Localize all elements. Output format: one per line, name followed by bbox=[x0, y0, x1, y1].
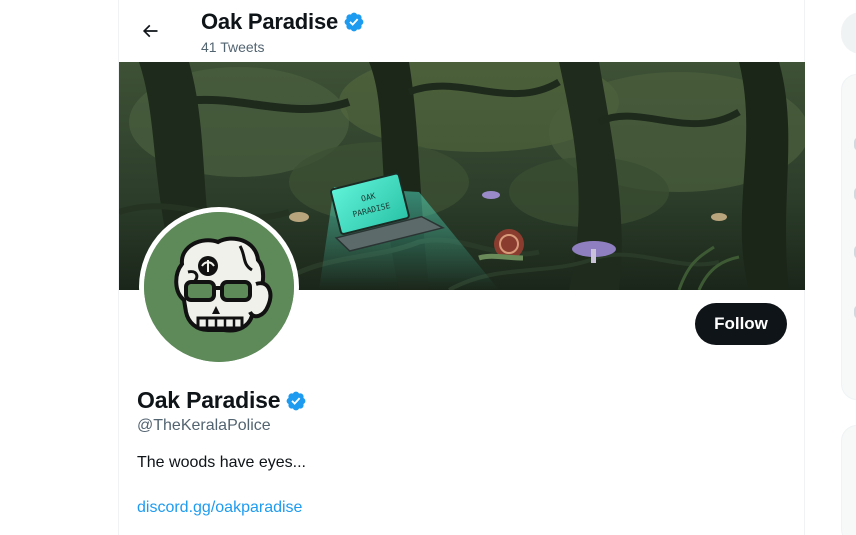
left-gutter bbox=[0, 0, 118, 535]
verified-badge-icon bbox=[286, 391, 306, 410]
right-sidebar bbox=[805, 0, 856, 535]
profile-header: Oak Paradise 41 Tweets bbox=[119, 0, 806, 62]
follow-button[interactable]: Follow bbox=[695, 303, 787, 345]
avatar-image bbox=[144, 212, 294, 362]
header-name: Oak Paradise bbox=[201, 9, 339, 34]
verified-badge-icon bbox=[344, 12, 364, 32]
sidebar-card bbox=[841, 74, 856, 400]
search-box[interactable] bbox=[841, 12, 856, 54]
profile-handle: @TheKeralaPolice bbox=[137, 417, 271, 434]
profile-name: Oak Paradise bbox=[137, 387, 307, 414]
skull-logo-icon bbox=[144, 212, 294, 362]
arrow-left-icon bbox=[142, 24, 158, 38]
profile-display-name: Oak Paradise bbox=[137, 387, 281, 413]
profile-bio: The woods have eyes... bbox=[137, 454, 306, 471]
back-button[interactable] bbox=[133, 14, 167, 48]
tweet-count: 41 Tweets bbox=[201, 39, 265, 55]
header-title: Oak Paradise bbox=[201, 9, 365, 35]
profile-website-link[interactable]: discord.gg/oakparadise bbox=[137, 499, 302, 517]
profile-avatar[interactable] bbox=[139, 207, 299, 367]
sidebar-card-2 bbox=[841, 425, 856, 535]
profile-column: Oak Paradise 41 Tweets OAK PARADISE Foll… bbox=[118, 0, 806, 535]
